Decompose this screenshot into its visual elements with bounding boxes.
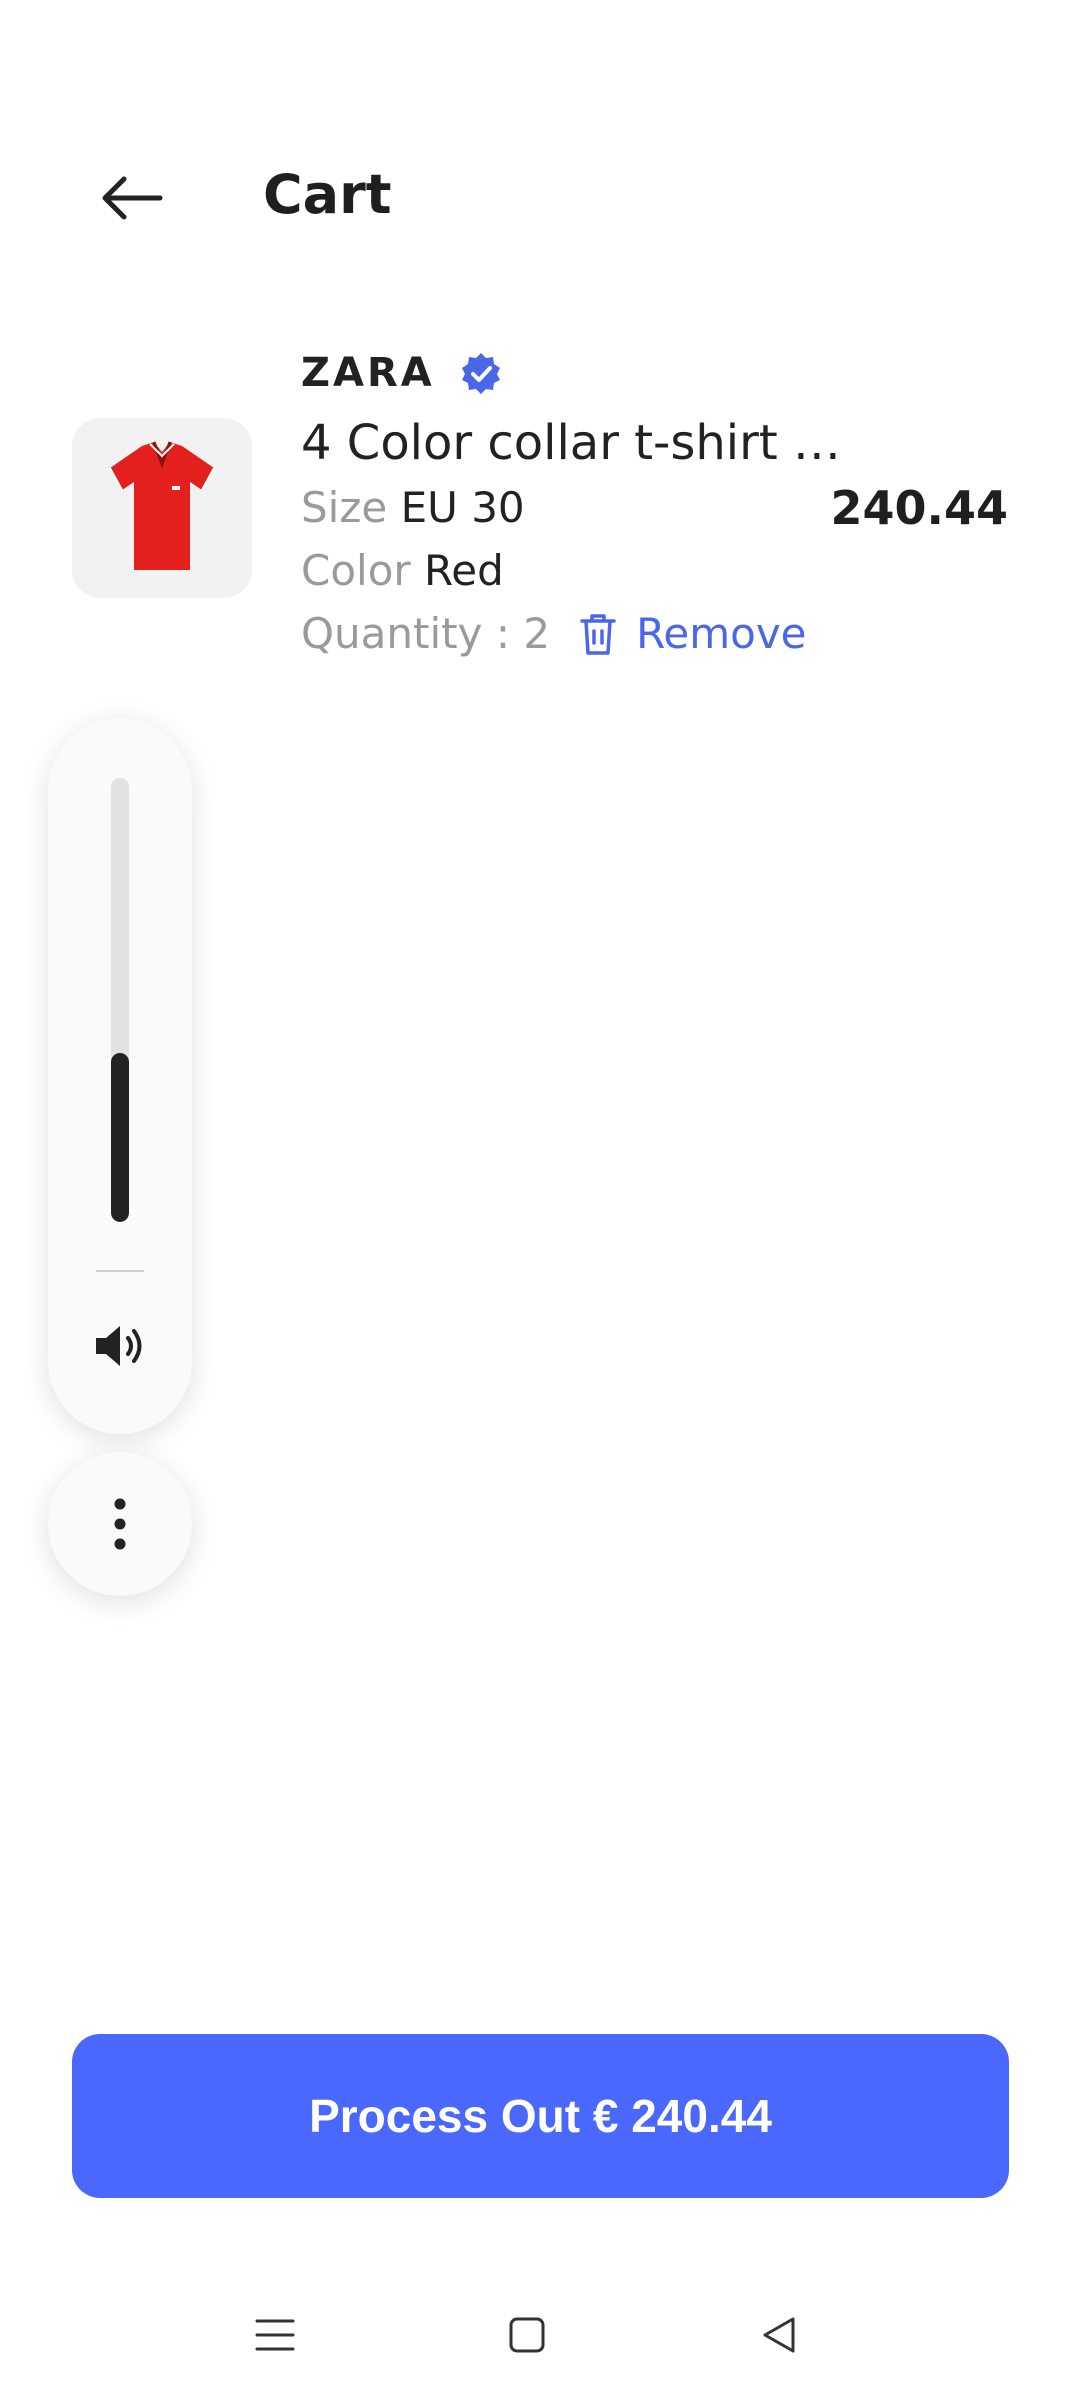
page-title: Cart	[263, 163, 392, 226]
volume-more-button[interactable]	[48, 1452, 192, 1596]
item-price: 240.44	[830, 481, 1008, 535]
brand-name: ZARA	[301, 350, 435, 396]
quantity-row: Quantity : 2 Remove	[301, 609, 807, 658]
trash-icon	[580, 613, 616, 655]
system-nav-bar	[0, 2290, 1080, 2380]
nav-menu-button[interactable]	[230, 2290, 320, 2380]
speaker-icon[interactable]	[90, 1316, 150, 1376]
menu-icon	[255, 2319, 295, 2351]
back-arrow-icon	[102, 176, 163, 220]
size-label: Size	[301, 483, 388, 532]
size-row: Size EU 30	[301, 483, 525, 532]
color-value: Red	[424, 546, 504, 595]
cart-screen: Cart ZARA 4 Color collar t-shirt … Size …	[0, 0, 1080, 2400]
nav-home-button[interactable]	[482, 2290, 572, 2380]
remove-button[interactable]: Remove	[578, 609, 807, 658]
quantity-text: Quantity : 2	[301, 609, 551, 658]
checkout-button[interactable]: Process Out € 240.44	[72, 2034, 1009, 2198]
volume-slider-fill	[111, 1053, 129, 1222]
home-square-icon	[509, 2317, 545, 2353]
cart-item: ZARA 4 Color collar t-shirt … Size EU 30…	[0, 330, 1080, 690]
brand-row: ZARA	[301, 350, 503, 396]
size-value: EU 30	[400, 483, 525, 532]
volume-divider	[96, 1270, 144, 1272]
color-row: Color Red	[301, 546, 504, 595]
color-label: Color	[301, 546, 411, 595]
product-thumbnail[interactable]	[72, 418, 252, 598]
volume-panel	[48, 718, 192, 1434]
product-name[interactable]: 4 Color collar t-shirt …	[301, 415, 841, 471]
more-vertical-icon	[114, 1498, 126, 1550]
red-polo-shirt-image	[109, 441, 215, 570]
volume-slider[interactable]	[111, 778, 129, 1222]
back-triangle-icon	[763, 2317, 795, 2353]
back-button[interactable]	[84, 150, 180, 246]
nav-back-button[interactable]	[734, 2290, 824, 2380]
remove-label: Remove	[636, 609, 807, 658]
verified-badge-icon	[461, 353, 500, 394]
